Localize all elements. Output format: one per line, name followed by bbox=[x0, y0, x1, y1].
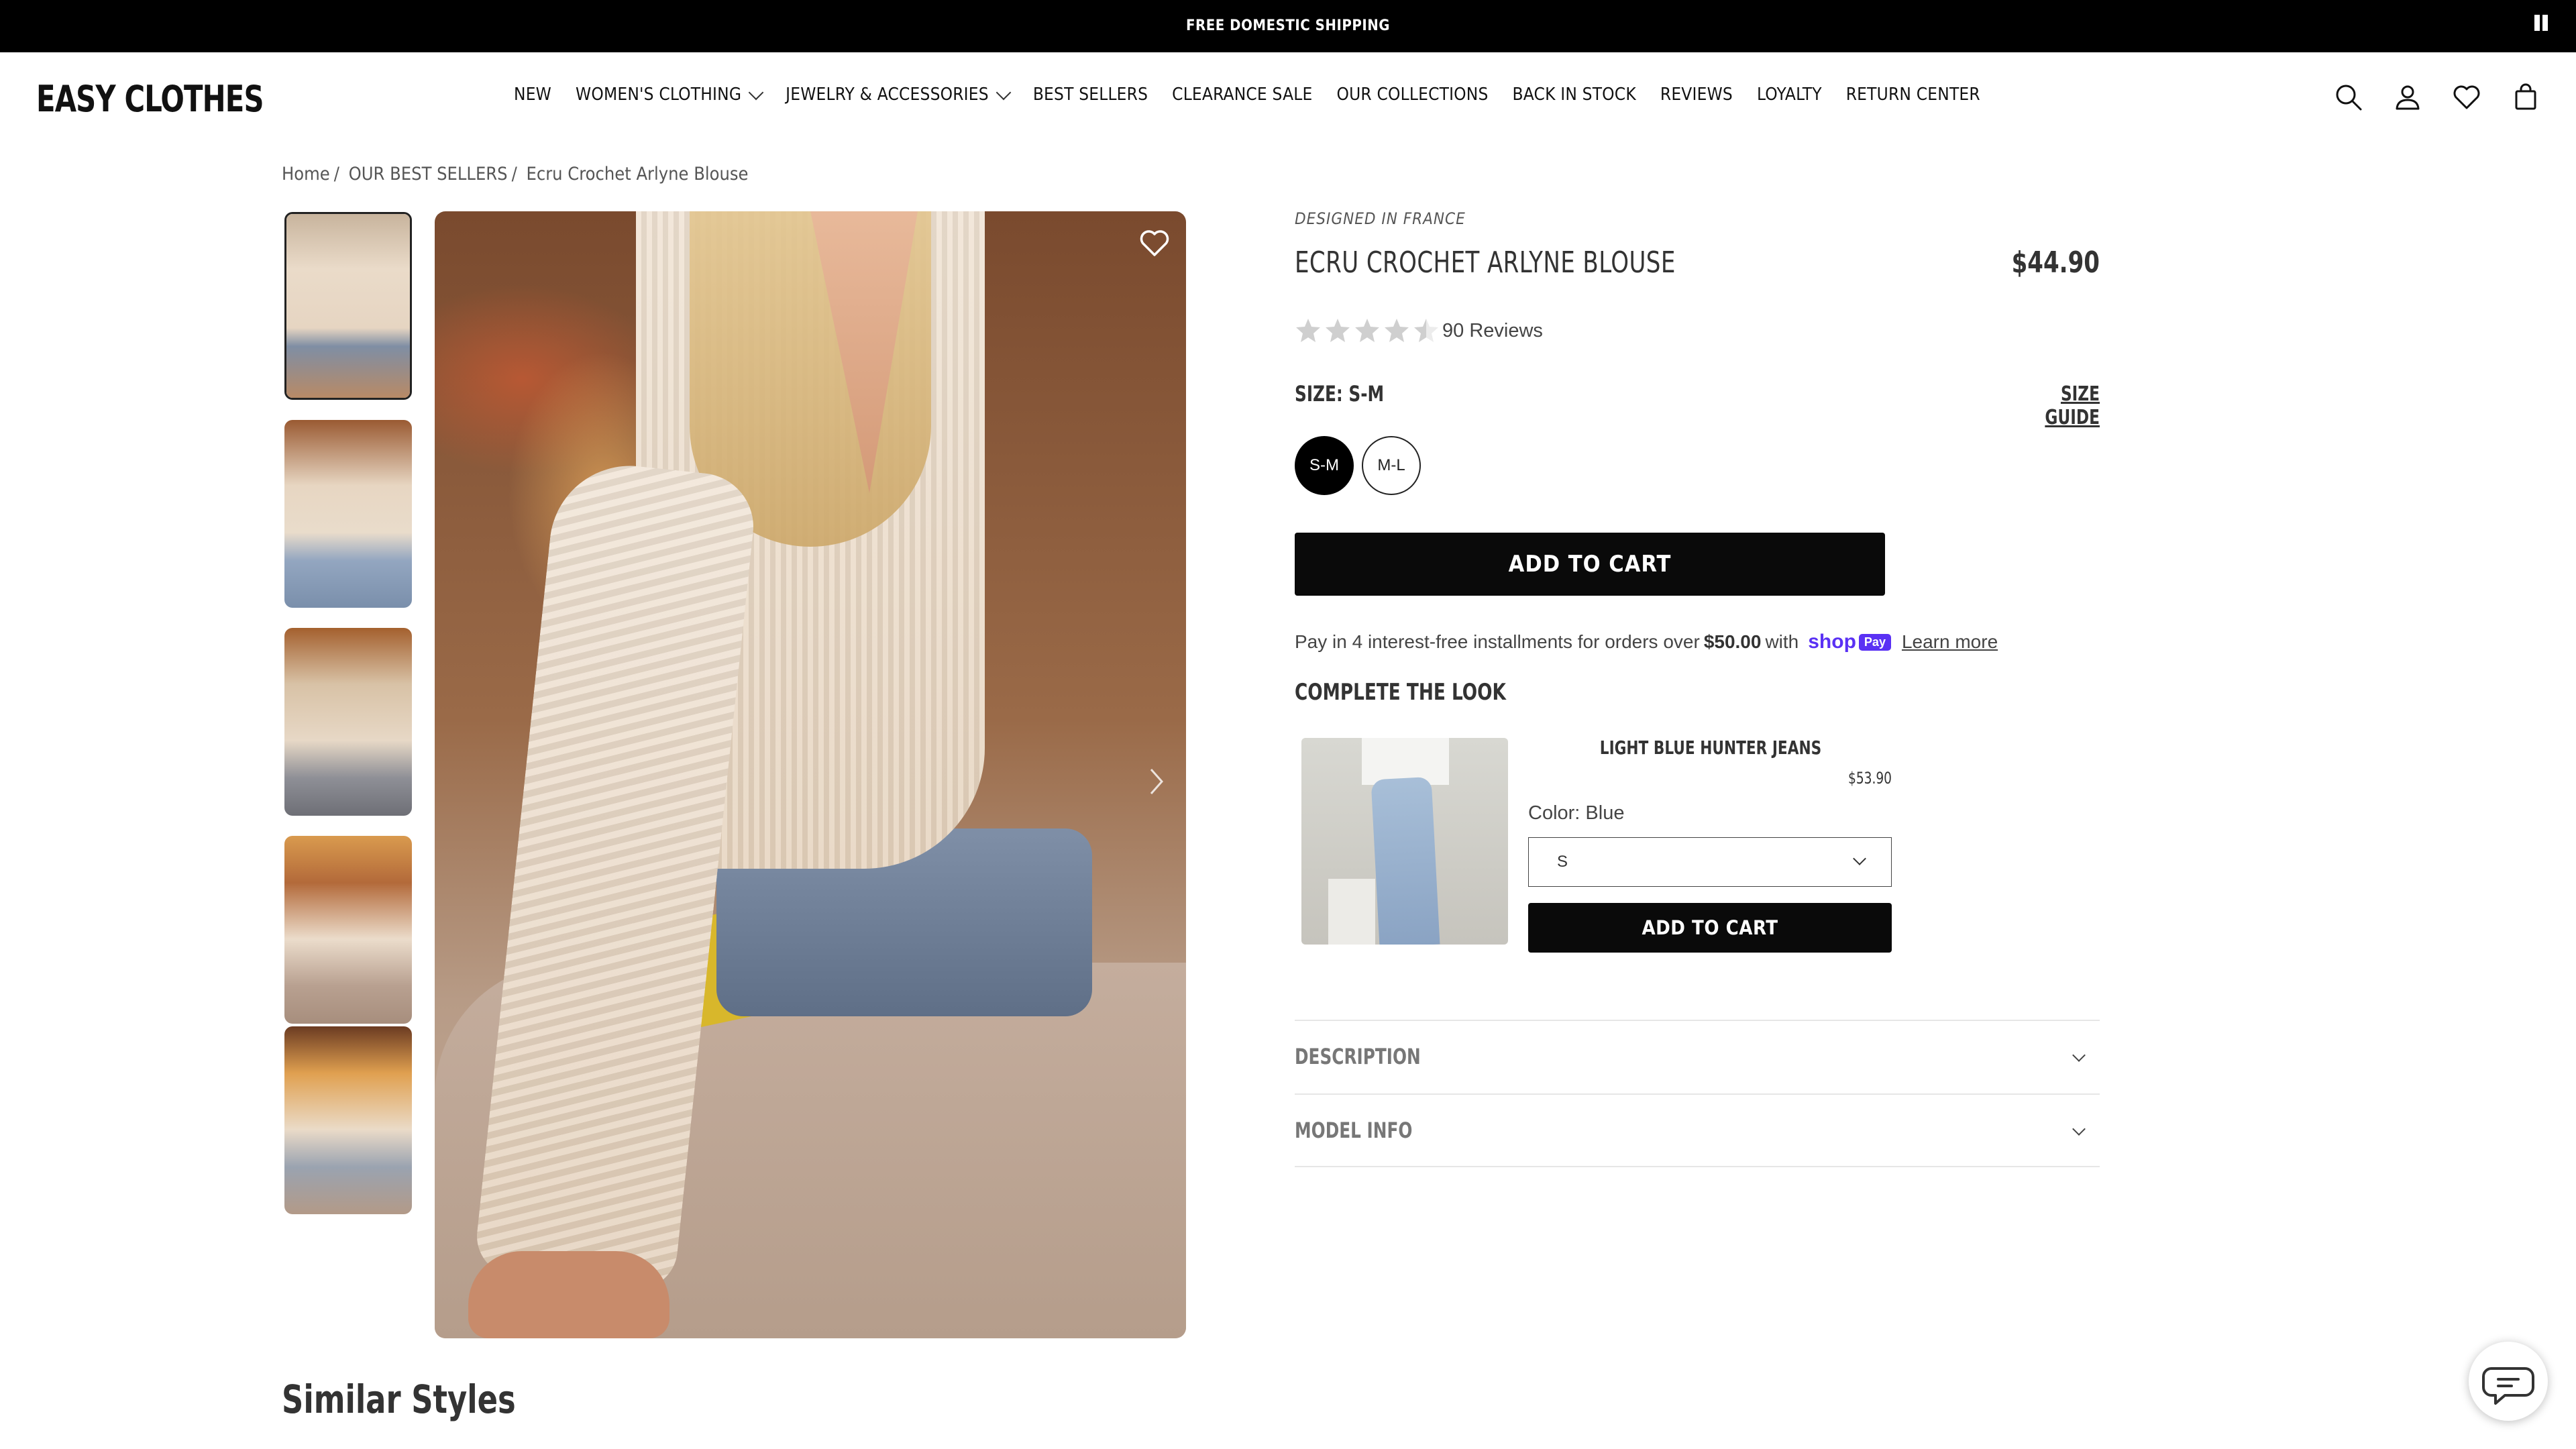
product-price: $44.90 bbox=[2011, 246, 2100, 280]
gallery-thumbnail-3[interactable] bbox=[284, 628, 412, 816]
image-hand bbox=[468, 1251, 669, 1338]
complete-look-color-label: Color: Blue bbox=[1528, 802, 1625, 824]
gallery-thumbnail-5[interactable] bbox=[284, 1026, 412, 1214]
wishlist-icon[interactable] bbox=[2451, 82, 2482, 113]
similar-styles-heading: Similar Styles bbox=[282, 1377, 516, 1422]
complete-look-product-price: $53.90 bbox=[1848, 769, 1892, 788]
nav-item-label: BACK IN STOCK bbox=[1512, 85, 1636, 105]
accordion-label: DESCRIPTION bbox=[1295, 1044, 1421, 1069]
gallery-thumbnail-1[interactable] bbox=[284, 212, 412, 400]
nav-item-clearance-sale[interactable]: CLEARANCE SALE bbox=[1172, 85, 1312, 105]
product-title: ECRU CROCHET ARLYNE BLOUSE bbox=[1295, 246, 1676, 280]
pause-icon[interactable] bbox=[2533, 15, 2549, 35]
nav-item-back-in-stock[interactable]: BACK IN STOCK bbox=[1513, 85, 1636, 105]
complete-look-product-name[interactable]: LIGHT BLUE HUNTER JEANS bbox=[1555, 737, 1866, 759]
star-icon bbox=[1326, 319, 1350, 342]
nav-item-our-collections[interactable]: OUR COLLECTIONS bbox=[1336, 85, 1488, 105]
accordion-description[interactable]: DESCRIPTION bbox=[1295, 1020, 2100, 1092]
image-box bbox=[1328, 879, 1375, 945]
nav-item-label: RETURN CENTER bbox=[1845, 85, 1980, 105]
chevron-right-icon[interactable] bbox=[1143, 761, 1170, 802]
reviews-count[interactable]: 90 Reviews bbox=[1442, 320, 1543, 342]
size-label: SIZE: S-M bbox=[1295, 381, 1385, 407]
size-option-s-m[interactable]: S-M bbox=[1295, 436, 1354, 495]
nav-item-label: WOMEN'S CLOTHING bbox=[576, 85, 742, 105]
complete-the-look-heading: COMPLETE THE LOOK bbox=[1295, 679, 1506, 706]
chevron-down-icon bbox=[748, 85, 764, 101]
accordion-model-info[interactable]: MODEL INFO bbox=[1295, 1093, 2100, 1166]
image-jeans bbox=[1371, 776, 1440, 945]
nav-item-label: NEW bbox=[514, 85, 552, 105]
nav-item-jewelry-accessories[interactable]: JEWELRY & ACCESSORIES bbox=[786, 85, 1012, 105]
site-logo[interactable]: EASY CLOTHES bbox=[36, 78, 264, 120]
nav-item-label: LOYALTY bbox=[1756, 85, 1822, 105]
shop-pay-logo: shop Pay bbox=[1808, 631, 1891, 653]
rating-stars[interactable] bbox=[1295, 317, 1440, 343]
installments-amount: $50.00 bbox=[1703, 631, 1762, 652]
gallery-thumbnail-4[interactable] bbox=[284, 836, 412, 1024]
size-option-m-l[interactable]: M-L bbox=[1362, 436, 1421, 495]
learn-more-link[interactable]: Learn more bbox=[1902, 631, 1998, 653]
installments-suffix: with bbox=[1765, 631, 1799, 652]
star-icon bbox=[1414, 319, 1438, 342]
nav-item-reviews[interactable]: REVIEWS bbox=[1660, 85, 1733, 105]
chevron-down-icon bbox=[1853, 852, 1866, 865]
account-icon[interactable] bbox=[2392, 82, 2423, 113]
nav-item-loyalty[interactable]: LOYALTY bbox=[1757, 85, 1822, 105]
nav-item-womens-clothing[interactable]: WOMEN'S CLOTHING bbox=[576, 85, 764, 105]
star-icon bbox=[1385, 319, 1409, 342]
breadcrumb-separator: / bbox=[333, 164, 339, 184]
breadcrumb-current: Ecru Crochet Arlyne Blouse bbox=[526, 164, 749, 184]
nav-item-return-center[interactable]: RETURN CENTER bbox=[1846, 85, 1980, 105]
announcement-text: FREE DOMESTIC SHIPPING bbox=[1185, 17, 1391, 34]
nav-item-label: REVIEWS bbox=[1660, 85, 1733, 105]
star-icon bbox=[1355, 319, 1379, 342]
cart-icon[interactable] bbox=[2510, 82, 2541, 113]
chevron-down-icon bbox=[2072, 1049, 2086, 1062]
complete-look-product-image[interactable] bbox=[1301, 738, 1508, 945]
installments-note: Pay in 4 interest-free installments for … bbox=[1295, 631, 1998, 653]
size-select-value: S bbox=[1557, 853, 1568, 871]
size-guide-link[interactable]: SIZE GUIDE bbox=[2019, 382, 2100, 429]
chat-button[interactable] bbox=[2469, 1342, 2548, 1421]
breadcrumb: Home / OUR BEST SELLERS / Ecru Crochet Arl… bbox=[282, 164, 753, 184]
designed-in-label: DESIGNED IN FRANCE bbox=[1295, 209, 1466, 228]
gallery-thumbnail-2[interactable] bbox=[284, 420, 412, 608]
nav-item-label: CLEARANCE SALE bbox=[1172, 85, 1313, 105]
announcement-bar: FREE DOMESTIC SHIPPING bbox=[0, 0, 2576, 52]
chevron-down-icon bbox=[2072, 1122, 2086, 1136]
divider bbox=[1295, 1166, 2100, 1167]
accordion-label: MODEL INFO bbox=[1295, 1118, 1413, 1143]
complete-look-size-select[interactable]: S bbox=[1528, 837, 1892, 887]
add-to-cart-button[interactable]: ADD TO CART bbox=[1295, 533, 1885, 596]
complete-look-add-to-cart-button[interactable]: ADD TO CART bbox=[1528, 903, 1892, 953]
nav-item-label: JEWELRY & ACCESSORIES bbox=[786, 85, 989, 105]
product-main-image[interactable] bbox=[435, 211, 1186, 1338]
chevron-down-icon bbox=[996, 85, 1012, 101]
nav-item-label: OUR COLLECTIONS bbox=[1336, 85, 1489, 105]
search-icon[interactable] bbox=[2333, 82, 2364, 113]
star-icon bbox=[1296, 319, 1320, 342]
installments-prefix: Pay in 4 interest-free installments for … bbox=[1295, 631, 1700, 652]
nav-item-new[interactable]: NEW bbox=[514, 85, 551, 105]
main-nav: NEW WOMEN'S CLOTHING JEWELRY & ACCESSORI… bbox=[514, 85, 2004, 105]
breadcrumb-best-sellers[interactable]: OUR BEST SELLERS bbox=[349, 164, 508, 184]
heart-icon[interactable] bbox=[1138, 226, 1171, 260]
nav-item-label: BEST SELLERS bbox=[1032, 85, 1148, 105]
breadcrumb-home[interactable]: Home bbox=[282, 164, 330, 184]
breadcrumb-separator: / bbox=[511, 164, 517, 184]
shop-pay-badge: Pay bbox=[1858, 633, 1891, 651]
nav-item-best-sellers[interactable]: BEST SELLERS bbox=[1033, 85, 1148, 105]
shop-pay-word: shop bbox=[1808, 631, 1856, 653]
